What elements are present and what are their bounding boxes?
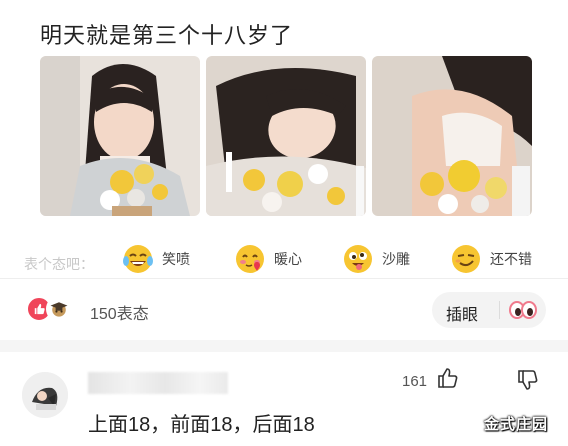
reaction-count: 150表态 xyxy=(90,306,149,323)
thumbs-down-icon[interactable] xyxy=(516,368,540,392)
reaction-label: 暖心 xyxy=(274,251,302,267)
reaction-label: 沙雕 xyxy=(382,251,410,267)
post-card: 明天就是第三个十八岁了 表个态吧： 笑喷 暖心 沙雕 还不错 xyxy=(22,0,550,273)
silly-face-emoji-icon xyxy=(344,245,372,273)
laughing-tears-emoji-icon xyxy=(123,245,153,273)
comment-item: 161 上面18，前面18，后面18 xyxy=(0,352,568,446)
reaction-warm-button[interactable]: 暖心 xyxy=(234,244,302,274)
post-title: 明天就是第三个十八岁了 xyxy=(40,23,294,48)
reaction-silly-button[interactable]: 沙雕 xyxy=(342,244,410,274)
eyes-icon xyxy=(509,301,537,319)
post-photo-3[interactable] xyxy=(372,56,532,216)
bookmark-label: 插眼 xyxy=(446,307,479,324)
thumbs-up-icon[interactable] xyxy=(436,366,460,390)
chip-divider xyxy=(499,301,500,319)
heart-blush-emoji-icon xyxy=(236,245,264,273)
reaction-stats-row: 150表态 插眼 xyxy=(0,282,568,338)
watermark-text: 金式庄园 xyxy=(484,416,549,433)
reaction-bar: 表个态吧： 笑喷 暖心 沙雕 还不错 xyxy=(22,236,550,273)
reaction-laugh-button[interactable]: 笑喷 xyxy=(122,244,190,274)
username-redacted xyxy=(88,372,228,394)
reaction-label: 笑喷 xyxy=(162,251,190,267)
post-photo-1[interactable] xyxy=(40,56,200,216)
bookmark-chip[interactable]: 插眼 xyxy=(432,292,546,328)
comment-text: 上面18，前面18，后面18 xyxy=(88,414,315,436)
comment-like-count: 161 xyxy=(402,373,428,390)
section-separator xyxy=(0,340,568,352)
reaction-label: 还不错 xyxy=(490,251,532,267)
grad-cap-badge-icon xyxy=(46,296,72,322)
reaction-summary-icons[interactable] xyxy=(26,296,84,322)
smug-smile-emoji-icon xyxy=(452,245,480,273)
post-photo-2[interactable] xyxy=(206,56,366,216)
divider xyxy=(0,278,568,279)
avatar[interactable] xyxy=(22,372,68,418)
reactions-prompt: 表个态吧： xyxy=(24,256,94,272)
reaction-notbad-button[interactable]: 还不错 xyxy=(450,244,532,274)
